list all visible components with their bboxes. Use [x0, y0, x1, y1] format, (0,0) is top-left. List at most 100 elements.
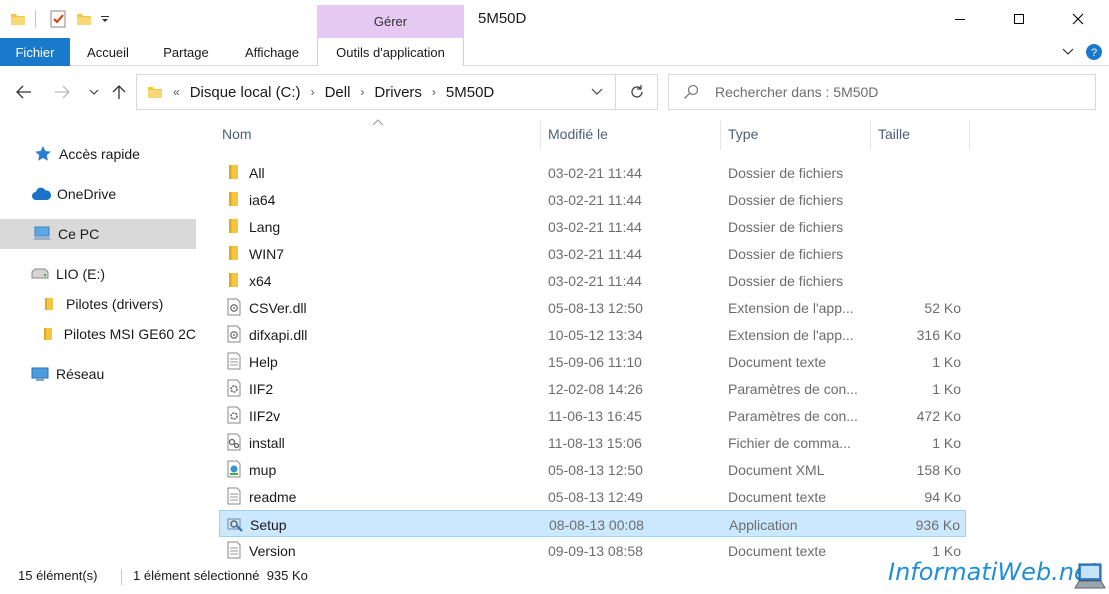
breadcrumb-drive[interactable]: Disque local (C:) — [190, 84, 301, 101]
folder-icon — [225, 190, 243, 208]
text-file-icon — [225, 541, 243, 559]
dll-icon — [225, 298, 243, 316]
status-selection: 1 élément sélectionné 935 Ko — [133, 568, 308, 583]
file-row[interactable]: All 03-02-21 11:44 Dossier de fichiers — [219, 159, 966, 186]
tab-file[interactable]: Fichier — [0, 38, 70, 66]
file-row[interactable]: Setup 08-08-13 00:08 Application 936 Ko — [219, 510, 966, 537]
forward-button[interactable] — [50, 80, 74, 104]
help-icon[interactable]: ? — [1084, 42, 1104, 62]
breadcrumb-separator-icon[interactable]: › — [311, 85, 315, 99]
customize-toolbar-dropdown-icon[interactable] — [98, 9, 112, 29]
new-folder-icon[interactable] — [74, 9, 94, 29]
refresh-icon — [630, 85, 643, 98]
manage-context-tab-label: Gérer — [373, 14, 408, 29]
sidebar-item-pilotes-drivers[interactable]: Pilotes (drivers) — [0, 289, 196, 319]
sidebar-item-lio-drive[interactable]: LIO (E:) — [0, 259, 196, 289]
column-divider[interactable] — [720, 120, 721, 150]
refresh-button[interactable] — [616, 74, 658, 110]
file-row[interactable]: x64 03-02-21 11:44 Dossier de fichiers — [219, 267, 966, 294]
settings-file-icon — [225, 379, 243, 397]
file-row[interactable]: ia64 03-02-21 11:44 Dossier de fichiers — [219, 186, 966, 213]
address-overflow-chevron[interactable]: « — [173, 85, 180, 99]
column-header-size[interactable]: Taille — [878, 118, 968, 150]
close-button[interactable] — [1055, 0, 1101, 38]
column-header-type[interactable]: Type — [728, 118, 868, 150]
file-size — [881, 186, 961, 213]
expand-ribbon-chevron-icon[interactable] — [1058, 42, 1078, 62]
sidebar-item-network[interactable]: Réseau — [0, 359, 196, 389]
file-row[interactable]: readme 05-08-13 12:49 Document texte 94 Ko — [219, 483, 966, 510]
column-divider[interactable] — [540, 120, 541, 150]
file-row[interactable]: Version 09-09-13 08:58 Document texte 1 Ko — [219, 537, 966, 564]
sidebar-item-onedrive[interactable]: OneDrive — [0, 179, 196, 209]
file-size: 1 Ko — [932, 434, 961, 451]
file-modified: 03-02-21 11:44 — [548, 245, 642, 262]
column-header-name[interactable]: Nom — [222, 118, 540, 150]
laptop-logo-icon — [1073, 562, 1107, 594]
minimize-button[interactable] — [937, 0, 983, 38]
file-type: Document texte — [728, 488, 827, 505]
file-type: Paramètres de con... — [728, 380, 858, 397]
maximize-button[interactable] — [996, 0, 1042, 38]
sidebar-item-pilotes-msi[interactable]: Pilotes MSI GE60 2C — [0, 319, 196, 349]
up-button[interactable] — [107, 80, 131, 104]
folder-icon — [9, 9, 27, 29]
file-type: Dossier de fichiers — [728, 272, 844, 289]
tab-view[interactable]: Affichage — [234, 38, 310, 66]
batch-file-icon — [225, 433, 243, 451]
folder-icon — [225, 244, 243, 262]
file-row[interactable]: IIF2 12-02-08 14:26 Paramètres de con... 1 … — [219, 375, 966, 402]
tab-home[interactable]: Accueil — [78, 38, 138, 66]
search-input[interactable]: Rechercher dans : 5M50D — [668, 74, 1096, 110]
properties-checkmark-icon[interactable] — [48, 9, 68, 29]
breadcrumb-separator-icon[interactable]: › — [360, 85, 364, 99]
file-row[interactable]: CSVer.dll 05-08-13 12:50 Extension de l'ap… — [219, 294, 966, 321]
file-name: All — [249, 164, 265, 181]
file-name: readme — [249, 488, 297, 505]
file-modified: 05-08-13 12:50 — [548, 299, 643, 316]
file-row[interactable]: install 11-08-13 15:06 Fichier de comma...… — [219, 429, 966, 456]
file-row[interactable]: mup 05-08-13 12:50 Document XML 158 Ko — [219, 456, 966, 483]
folder-icon — [225, 217, 243, 235]
sidebar-item-quick-access[interactable]: Accès rapide — [0, 139, 196, 169]
address-bar[interactable]: « Disque local (C:) › Dell › Drivers › 5… — [136, 74, 616, 110]
column-divider[interactable] — [969, 120, 970, 150]
file-modified: 03-02-21 11:44 — [548, 164, 642, 181]
svg-text:?: ? — [1091, 47, 1097, 59]
breadcrumb-drivers[interactable]: Drivers — [374, 84, 422, 101]
file-row[interactable]: IIF2v 11-06-13 16:45 Paramètres de con... 4… — [219, 402, 966, 429]
file-size: 52 Ko — [924, 299, 961, 316]
file-name: install — [249, 434, 285, 451]
file-type: Application — [729, 516, 798, 533]
file-row[interactable]: WIN7 03-02-21 11:44 Dossier de fichiers — [219, 240, 966, 267]
column-divider[interactable] — [870, 120, 871, 150]
file-type: Dossier de fichiers — [728, 164, 844, 181]
file-row[interactable]: Lang 03-02-21 11:44 Dossier de fichiers — [219, 213, 966, 240]
file-modified: 11-08-13 15:06 — [548, 434, 642, 451]
tab-application-tools[interactable]: Outils d'application — [317, 38, 464, 66]
file-name: Setup — [250, 516, 287, 533]
file-type: Extension de l'app... — [728, 326, 854, 343]
tab-share[interactable]: Partage — [153, 38, 219, 66]
file-size — [881, 159, 961, 186]
manage-context-tab[interactable]: Gérer — [317, 5, 464, 38]
file-name: difxapi.dll — [249, 326, 308, 343]
column-header-modified[interactable]: Modifié le — [548, 118, 718, 150]
file-row[interactable]: difxapi.dll 10-05-12 13:34 Extension de l'… — [219, 321, 966, 348]
dll-icon — [225, 325, 243, 343]
file-name: IIF2 — [249, 380, 274, 397]
breadcrumb-5m50d[interactable]: 5M50D — [446, 84, 494, 101]
back-button[interactable] — [12, 80, 36, 104]
file-row[interactable]: Help 15-09-06 11:10 Document texte 1 Ko — [219, 348, 966, 375]
watermark-logo: InformatiWeb.net — [888, 558, 1099, 586]
recent-locations-chevron-icon[interactable] — [82, 80, 106, 104]
breadcrumb-separator-icon[interactable]: › — [432, 85, 436, 99]
breadcrumb-dell[interactable]: Dell — [325, 84, 351, 101]
address-history-chevron-icon[interactable] — [585, 80, 609, 104]
folder-icon — [225, 163, 243, 181]
sidebar-item-this-pc[interactable]: Ce PC — [0, 219, 196, 249]
text-file-icon — [225, 487, 243, 505]
file-name: IIF2v — [249, 407, 281, 424]
xml-file-icon — [225, 460, 243, 478]
file-type: Extension de l'app... — [728, 299, 854, 316]
